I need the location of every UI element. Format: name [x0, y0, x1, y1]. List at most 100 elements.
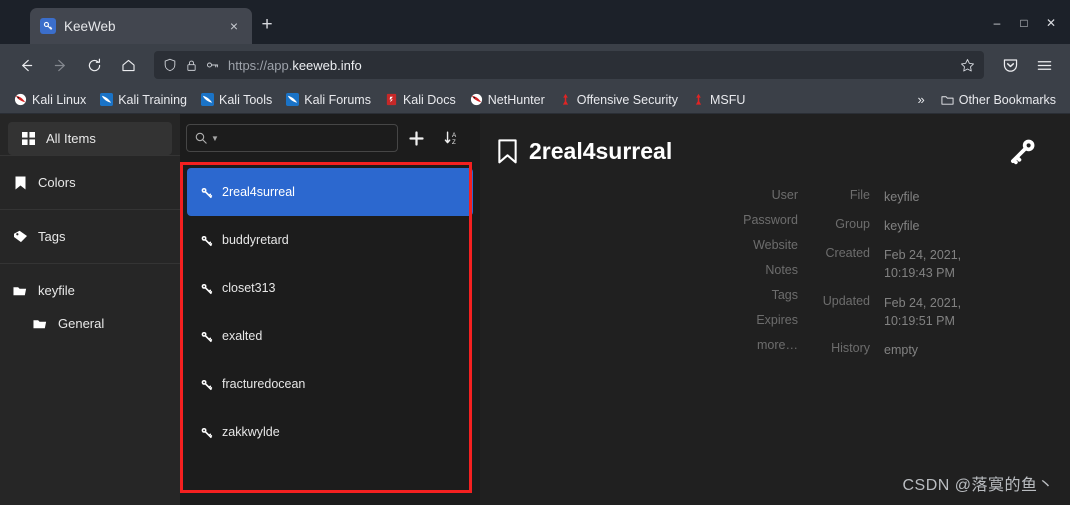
password-key-icon[interactable]: [206, 58, 220, 72]
browser-menu-button[interactable]: [1028, 50, 1060, 80]
chevron-down-icon[interactable]: ▼: [211, 134, 219, 143]
field-label: Updated: [822, 293, 870, 308]
field-value: empty: [884, 342, 919, 357]
window-maximize-button[interactable]: □: [1013, 13, 1035, 33]
offsec-icon: [692, 93, 705, 106]
field-updated: Updated Feb 24, 2021, 10:19:51 PM: [808, 294, 1044, 330]
add-entry-button[interactable]: [398, 121, 434, 155]
field-label: Website: [753, 238, 798, 252]
sidebar-item-colors[interactable]: Colors: [0, 166, 180, 199]
field-label: Group: [835, 217, 870, 232]
other-bookmarks-folder[interactable]: Other Bookmarks: [935, 91, 1062, 109]
sort-button[interactable]: A Z: [434, 121, 470, 155]
bookmark-label: MSFU: [709, 92, 746, 107]
window-controls: – □ ✕: [986, 13, 1062, 33]
forward-button[interactable]: [44, 50, 76, 80]
window-close-button[interactable]: ✕: [1040, 13, 1062, 33]
sidebar-item-tags[interactable]: Tags: [0, 220, 180, 253]
url-text[interactable]: https://app.keeweb.info: [228, 58, 952, 73]
bookmark-msfu[interactable]: MSFU: [686, 91, 751, 109]
tab-title: KeeWeb: [64, 18, 116, 34]
field-label: Password: [743, 213, 798, 227]
bookmarks-overflow-icon[interactable]: »: [910, 92, 933, 107]
entry-list-wrapper: 2real4surreal buddyretard closet313 exal…: [180, 162, 480, 505]
tab-keeweb[interactable]: KeeWeb ×: [30, 8, 252, 44]
field-label: File: [849, 188, 870, 202]
sidebar-item-all-items[interactable]: All Items: [8, 122, 172, 155]
bookmark-icon: [12, 176, 28, 190]
back-button[interactable]: [10, 50, 42, 80]
bookmark-icon: [498, 138, 517, 164]
entry-list: 2real4surreal buddyretard closet313 exal…: [182, 162, 478, 456]
bookmark-label: Kali Forums: [304, 92, 371, 107]
key-icon: [199, 282, 213, 295]
svg-text:Z: Z: [452, 139, 456, 146]
bookmark-offensive-security[interactable]: Offensive Security: [553, 91, 684, 109]
other-bookmarks-label: Other Bookmarks: [958, 92, 1056, 107]
field-website[interactable]: Website: [498, 238, 798, 252]
kali-blue-icon: [100, 93, 114, 106]
entry-title: zakkwylde: [222, 425, 280, 439]
field-notes[interactable]: Notes: [498, 263, 798, 277]
search-input[interactable]: ▼: [186, 124, 398, 152]
bookmarks-bar: Kali Linux Kali Training Kali Tools Kali…: [0, 86, 1070, 114]
grid-icon: [20, 132, 36, 145]
pocket-save-icon[interactable]: [994, 50, 1026, 80]
sidebar-item-general[interactable]: General: [0, 307, 180, 340]
bookmark-kali-tools[interactable]: Kali Tools: [195, 91, 278, 109]
bookmark-kali-forums[interactable]: Kali Forums: [280, 91, 377, 109]
bookmark-label: Kali Linux: [32, 92, 87, 107]
shield-icon[interactable]: [163, 58, 177, 72]
key-icon: [199, 426, 213, 439]
tab-bar: KeeWeb × + – □ ✕: [0, 0, 1070, 44]
address-bar[interactable]: https://app.keeweb.info: [154, 51, 984, 79]
entry-list-item[interactable]: exalted: [187, 312, 473, 360]
details-left-column: User Password Website Notes Tags Expires…: [498, 188, 798, 370]
more-fields-link[interactable]: more…: [498, 338, 798, 352]
bookmark-kali-docs[interactable]: Kali Docs: [379, 91, 462, 109]
new-tab-button[interactable]: +: [252, 10, 282, 40]
lock-icon[interactable]: [185, 59, 198, 72]
folder-icon: [12, 285, 28, 297]
field-user[interactable]: User: [498, 188, 798, 202]
reload-button[interactable]: [78, 50, 110, 80]
entry-title: 2real4surreal: [222, 185, 295, 199]
sidebar-item-keyfile[interactable]: keyfile: [0, 274, 180, 307]
field-value: keyfile: [884, 190, 920, 204]
keeweb-app: All Items Colors Tags keyfile General ▼ …: [0, 114, 1070, 505]
field-label: Tags: [771, 288, 798, 302]
entry-title: exalted: [222, 329, 263, 343]
bookmark-label: Kali Docs: [402, 92, 456, 107]
search-icon: [195, 132, 207, 144]
field-tags[interactable]: Tags: [498, 288, 798, 302]
kali-dragon-icon: [14, 93, 27, 106]
tab-close-icon[interactable]: ×: [226, 18, 242, 34]
entry-list-item[interactable]: zakkwylde: [187, 408, 473, 456]
bookmark-kali-linux[interactable]: Kali Linux: [8, 91, 92, 109]
field-file: File keyfile: [808, 188, 1044, 206]
field-label: Created: [825, 246, 870, 261]
keeweb-favicon-icon: [40, 18, 56, 34]
field-value: Feb 24, 2021, 10:19:51 PM: [884, 295, 962, 328]
entry-title: closet313: [222, 281, 276, 295]
window-minimize-button[interactable]: –: [986, 13, 1008, 33]
entry-list-item[interactable]: 2real4surreal: [187, 168, 473, 216]
field-group: Group keyfile: [808, 217, 1044, 235]
entry-list-item[interactable]: closet313: [187, 264, 473, 312]
bookmark-label: Kali Tools: [219, 92, 273, 107]
bookmark-star-icon[interactable]: [960, 58, 975, 73]
field-expires[interactable]: Expires: [498, 313, 798, 327]
key-icon[interactable]: [1008, 136, 1044, 166]
field-password[interactable]: Password: [498, 213, 798, 227]
bookmark-kali-training[interactable]: Kali Training: [94, 91, 193, 109]
entry-title: buddyretard: [222, 233, 289, 247]
entry-list-item[interactable]: fracturedocean: [187, 360, 473, 408]
watermark: CSDN @落寞的鱼丶: [902, 477, 1054, 494]
offsec-icon: [559, 93, 572, 106]
tag-icon: [12, 230, 28, 243]
entry-title-heading: 2real4surreal: [529, 137, 673, 164]
entry-list-item[interactable]: buddyretard: [187, 216, 473, 264]
entry-list-column: ▼ A Z 2real4surreal buddyretard closet31…: [180, 114, 480, 505]
home-button[interactable]: [112, 50, 144, 80]
bookmark-nethunter[interactable]: NetHunter: [464, 91, 551, 109]
